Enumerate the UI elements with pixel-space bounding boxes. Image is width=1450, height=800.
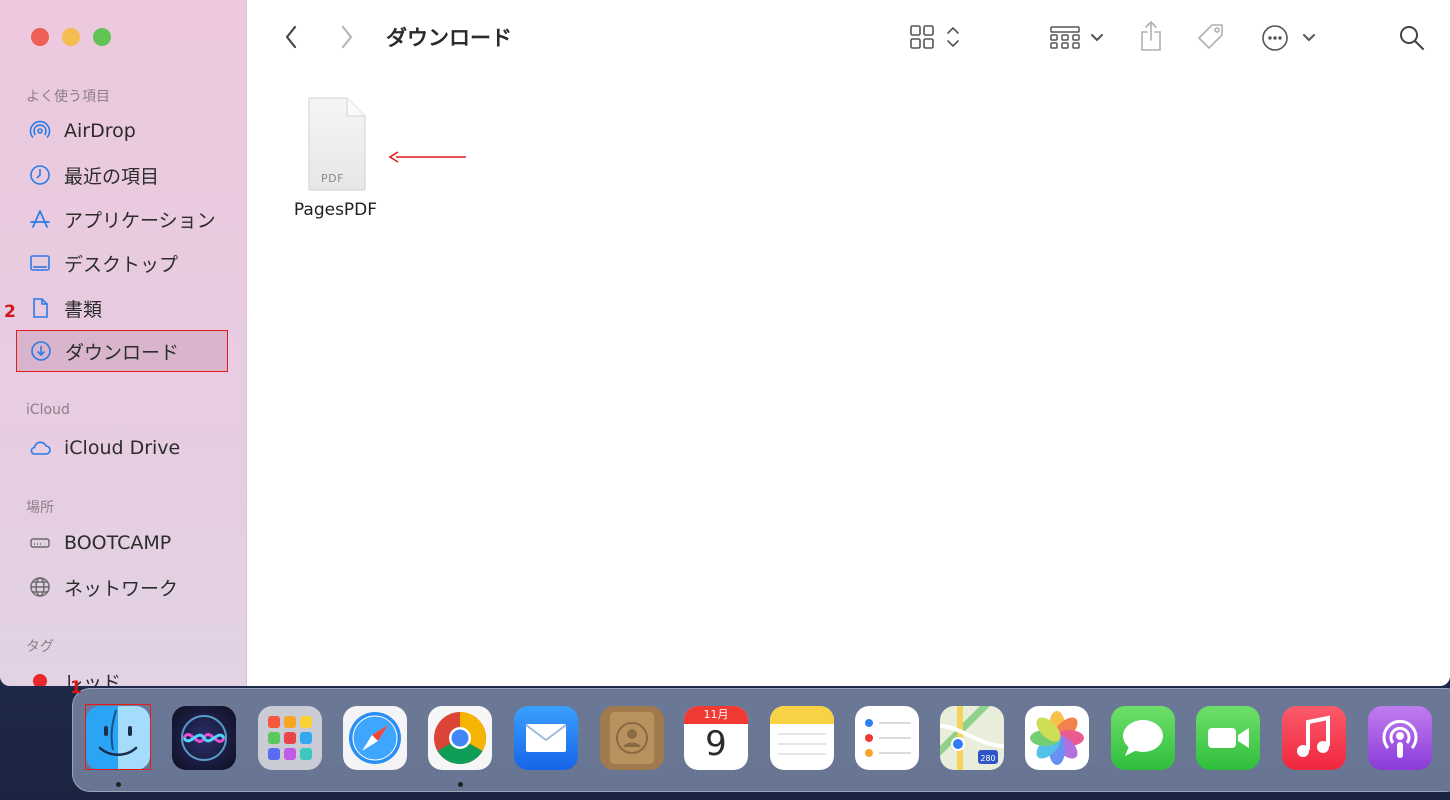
maps-icon: 280 [940, 706, 1004, 770]
more-actions-button[interactable] [1260, 22, 1318, 54]
dock-app-messages[interactable] [1111, 706, 1175, 770]
dock-app-podcasts[interactable] [1368, 706, 1432, 770]
mail-icon [525, 724, 567, 752]
sidebar-item-documents[interactable]: 書類 [16, 287, 228, 329]
globe-icon [28, 575, 52, 599]
search-icon [1400, 26, 1424, 50]
sidebar-item-airdrop[interactable]: AirDrop [16, 110, 228, 152]
file-type-label: PDF [321, 172, 344, 185]
cloud-icon [28, 436, 52, 460]
running-indicator [458, 782, 463, 787]
favorites-section-title: よく使う項目 [26, 89, 110, 105]
step-1-label: 1 [70, 678, 82, 698]
dock-app-contacts[interactable] [600, 706, 664, 770]
search-button[interactable] [1396, 22, 1428, 54]
zoom-button[interactable] [93, 28, 111, 46]
group-icon [1050, 26, 1103, 49]
dock-app-maps[interactable]: 280 [940, 706, 1004, 770]
dock-app-reminders[interactable] [855, 706, 919, 770]
grid-view-icon [910, 25, 959, 49]
group-button[interactable] [1048, 22, 1108, 52]
maps-badge: 280 [980, 754, 995, 763]
dock-app-launchpad[interactable] [258, 706, 322, 770]
window-title: ダウンロード [386, 26, 512, 50]
clock-icon [28, 163, 52, 187]
dock-app-calendar[interactable]: 11月 9 [684, 706, 748, 770]
sidebar-item-recents[interactable]: 最近の項目 [16, 154, 228, 196]
document-icon [28, 296, 52, 320]
contacts-icon [610, 712, 654, 764]
step-2-label: 2 [4, 302, 16, 322]
sidebar-item-icloud-drive[interactable]: iCloud Drive [16, 427, 228, 469]
sidebar-item-label: iCloud Drive [64, 437, 181, 459]
running-indicator [116, 782, 121, 787]
annotation-arrow [388, 151, 466, 163]
chrome-icon [434, 712, 486, 764]
sidebar-item-label: デスクトップ [64, 253, 179, 276]
podcasts-icon [1382, 719, 1418, 758]
tags-section-title: タグ [26, 639, 54, 655]
window-controls [31, 28, 111, 46]
forward-button[interactable] [334, 22, 360, 52]
desktop-icon [28, 251, 52, 275]
download-icon [29, 339, 53, 363]
sidebar-item-label: ネットワーク [64, 577, 179, 600]
red-tag-icon [28, 669, 52, 686]
share-icon [1141, 20, 1161, 51]
facetime-icon [1208, 728, 1249, 748]
file-name: PagesPDF [293, 200, 378, 220]
sidebar-item-desktop[interactable]: デスクトップ [16, 242, 228, 284]
music-icon [1297, 715, 1330, 757]
back-button[interactable] [278, 22, 304, 52]
applications-icon [28, 207, 52, 231]
share-button[interactable] [1136, 18, 1166, 54]
dock-app-siri[interactable] [172, 706, 236, 770]
chevron-right-icon [341, 25, 353, 49]
sidebar-item-tag-red[interactable]: レッド [16, 660, 228, 686]
sidebar-item-label: AirDrop [64, 120, 136, 142]
dock-app-safari[interactable] [343, 706, 407, 770]
chevron-left-icon [285, 25, 297, 49]
airdrop-icon [28, 119, 52, 143]
minimize-button[interactable] [62, 28, 80, 46]
ellipsis-icon [1262, 25, 1315, 51]
dock-app-facetime[interactable] [1196, 706, 1260, 770]
locations-section-title: 場所 [26, 500, 54, 516]
finder-window: よく使う項目 AirDrop 最近の項目 アプリケーション デスクトップ 書類 … [0, 0, 1450, 686]
siri-icon [181, 715, 227, 761]
dock-app-music[interactable] [1282, 706, 1346, 770]
sidebar-item-bootcamp[interactable]: BOOTCAMP [16, 522, 228, 564]
icloud-section-title: iCloud [26, 402, 70, 418]
sidebar-item-label: BOOTCAMP [64, 532, 172, 554]
sidebar-item-label: アプリケーション [64, 209, 216, 232]
tag-button[interactable] [1194, 20, 1228, 54]
sidebar: よく使う項目 AirDrop 最近の項目 アプリケーション デスクトップ 書類 … [0, 0, 247, 686]
dock-app-notes[interactable] [770, 706, 834, 770]
close-button[interactable] [31, 28, 49, 46]
calendar-month: 11月 [684, 706, 748, 724]
photos-icon [1030, 711, 1084, 765]
tag-icon [1197, 24, 1223, 50]
notes-icon [770, 706, 834, 755]
file-item[interactable]: PagesPDF [288, 96, 383, 220]
sidebar-item-downloads[interactable]: ダウンロード [16, 330, 228, 372]
sidebar-item-label: ダウンロード [65, 341, 180, 364]
reminders-icon [865, 719, 911, 757]
finder-highlight [85, 704, 151, 770]
launchpad-icon [268, 716, 312, 760]
dock-app-chrome[interactable] [428, 706, 492, 770]
sidebar-item-applications[interactable]: アプリケーション [16, 198, 228, 240]
view-mode-button[interactable] [908, 22, 964, 52]
sidebar-item-label: 書類 [64, 298, 103, 321]
drive-icon [28, 531, 52, 555]
sidebar-item-label: 最近の項目 [64, 165, 160, 188]
dock-app-photos[interactable] [1025, 706, 1089, 770]
messages-icon [1123, 720, 1163, 756]
dock-app-mail[interactable] [514, 706, 578, 770]
calendar-day: 9 [705, 724, 727, 764]
sidebar-item-network[interactable]: ネットワーク [16, 566, 228, 608]
safari-icon [349, 712, 401, 764]
